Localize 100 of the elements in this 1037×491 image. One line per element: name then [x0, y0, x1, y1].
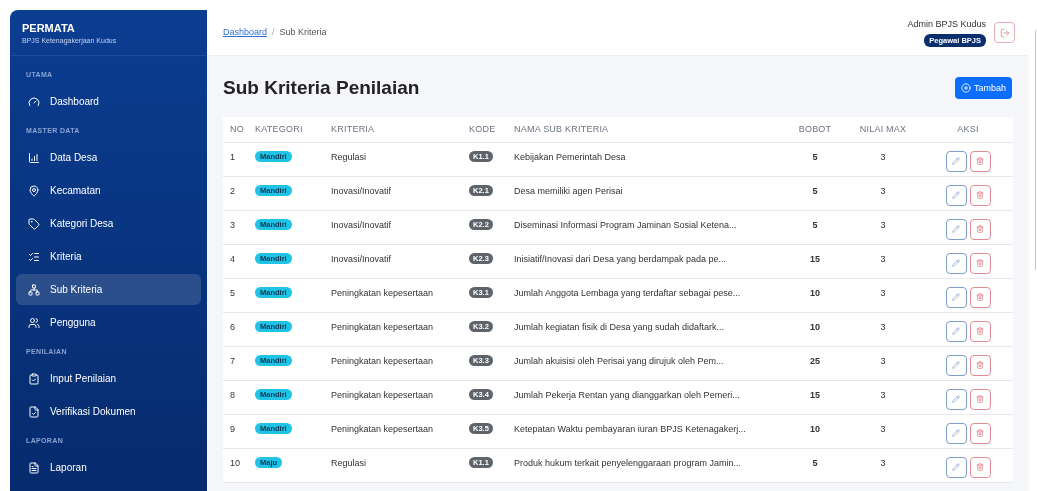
edit-button[interactable]: [945, 150, 967, 172]
pencil-icon: [952, 327, 960, 335]
column-header: NILAI MAX: [843, 116, 923, 143]
gauge-icon: [28, 95, 40, 108]
pencil-icon: [952, 361, 960, 369]
sidebar-item[interactable]: Data Desa: [16, 142, 201, 174]
table-cell: 7: [223, 346, 255, 381]
delete-button[interactable]: [969, 252, 991, 274]
edit-button[interactable]: [945, 388, 967, 410]
edit-button[interactable]: [945, 252, 967, 274]
table-cell: 3: [223, 210, 255, 245]
trash-icon: [976, 293, 984, 301]
table-cell: 5: [787, 142, 843, 177]
delete-button[interactable]: [969, 456, 991, 478]
table-cell: 3: [843, 176, 923, 211]
breadcrumb-link[interactable]: Dashboard: [223, 25, 268, 40]
table-cell: Jumlah akuisisi oleh Perisai yang dirujuk oleh Pem...: [514, 346, 787, 381]
table-cell: Peningkatan kepesertaan: [331, 414, 469, 449]
sidebar-item[interactable]: Input Penilaian: [16, 363, 201, 395]
brand-title: PERMATA: [22, 22, 76, 36]
trash-icon: [976, 191, 984, 199]
pencil-icon: [952, 259, 960, 267]
trash-icon: [976, 429, 984, 437]
table-cell: Kebijakan Pemerintah Desa: [514, 142, 787, 177]
delete-button[interactable]: [969, 150, 991, 172]
table-cell: 3: [843, 210, 923, 245]
table-cell: Regulasi: [331, 448, 469, 483]
table-cell: 3: [843, 312, 923, 347]
user-name: Admin BPJS Kudus: [907, 17, 986, 31]
sidebar-item[interactable]: Sub Kriteria: [16, 274, 201, 306]
table-cell: 8: [223, 380, 255, 415]
trash-icon: [976, 395, 984, 403]
table-cell: 5: [787, 448, 843, 483]
table-cell: 3: [843, 278, 923, 313]
sidebar-item[interactable]: Laporan: [16, 452, 201, 484]
pencil-icon: [952, 157, 960, 165]
table-cell: Inovasi/Inovatif: [331, 176, 469, 211]
map-pin-icon: [28, 184, 40, 197]
bar-chart-icon: [28, 151, 40, 164]
edit-button[interactable]: [945, 286, 967, 308]
delete-button[interactable]: [969, 354, 991, 376]
edit-button[interactable]: [945, 184, 967, 206]
edit-button[interactable]: [945, 456, 967, 478]
pencil-icon: [952, 395, 960, 403]
logout-icon: [999, 27, 1010, 38]
table-cell: Peningkatan kepesertaan: [331, 380, 469, 415]
table-cell: 15: [787, 380, 843, 415]
table-cell: 5: [787, 176, 843, 211]
table-cell: Ketepatan Waktu pembayaran iuran BPJS Ketenagakerj...: [514, 414, 787, 449]
trash-icon: [976, 361, 984, 369]
table-cell: 2: [223, 176, 255, 211]
table-cell: 4: [223, 244, 255, 279]
table-cell: 3: [843, 414, 923, 449]
trash-icon: [976, 259, 984, 267]
table-cell: 5: [787, 210, 843, 245]
plus-circle-icon: [960, 83, 971, 94]
trash-icon: [976, 225, 984, 233]
table-cell: 3: [843, 380, 923, 415]
table-cell: Desa memiliki agen Perisai: [514, 176, 787, 211]
table-cell: 3: [843, 142, 923, 177]
delete-button[interactable]: [969, 286, 991, 308]
logout-button[interactable]: [994, 22, 1015, 43]
delete-button[interactable]: [969, 388, 991, 410]
sidebar-item[interactable]: Kategori Desa: [16, 208, 201, 240]
sidebar-item[interactable]: Kriteria: [16, 241, 201, 273]
table-cell: 3: [843, 244, 923, 279]
delete-button[interactable]: [969, 184, 991, 206]
trash-icon: [976, 327, 984, 335]
sidebar-item[interactable]: Dashboard: [16, 86, 201, 118]
pencil-icon: [952, 429, 960, 437]
tag-icon: [28, 217, 40, 230]
sidebar-item[interactable]: Pengguna: [16, 307, 201, 339]
pencil-icon: [952, 225, 960, 233]
pencil-icon: [952, 463, 960, 471]
sidebar-item[interactable]: Kecamatan: [16, 175, 201, 207]
pencil-icon: [952, 293, 960, 301]
table-cell: Inovasi/Inovatif: [331, 244, 469, 279]
table-cell: Peningkatan kepesertaan: [331, 346, 469, 381]
delete-button[interactable]: [969, 422, 991, 444]
table-cell: 3: [843, 448, 923, 483]
table-cell: Jumlah kegiatan fisik di Desa yang sudah didaftark...: [514, 312, 787, 347]
trash-icon: [976, 157, 984, 165]
edit-button[interactable]: [945, 218, 967, 240]
delete-button[interactable]: [969, 320, 991, 342]
table-cell: 10: [787, 278, 843, 313]
file-icon: [28, 461, 40, 474]
scrollbar[interactable]: [1035, 30, 1036, 270]
page-title: Sub Kriteria Penilaian: [223, 76, 420, 100]
column-header: KRITERIA: [331, 116, 469, 143]
add-button[interactable]: Tambah: [954, 77, 1012, 100]
column-header: KODE: [469, 116, 514, 143]
table-cell: 9: [223, 414, 255, 449]
sidebar-item[interactable]: Verifikasi Dokumen: [16, 396, 201, 428]
users-icon: [28, 316, 40, 329]
delete-button[interactable]: [969, 218, 991, 240]
edit-button[interactable]: [945, 320, 967, 342]
pencil-icon: [952, 191, 960, 199]
breadcrumb-separator: /: [272, 25, 275, 39]
edit-button[interactable]: [945, 422, 967, 444]
edit-button[interactable]: [945, 354, 967, 376]
